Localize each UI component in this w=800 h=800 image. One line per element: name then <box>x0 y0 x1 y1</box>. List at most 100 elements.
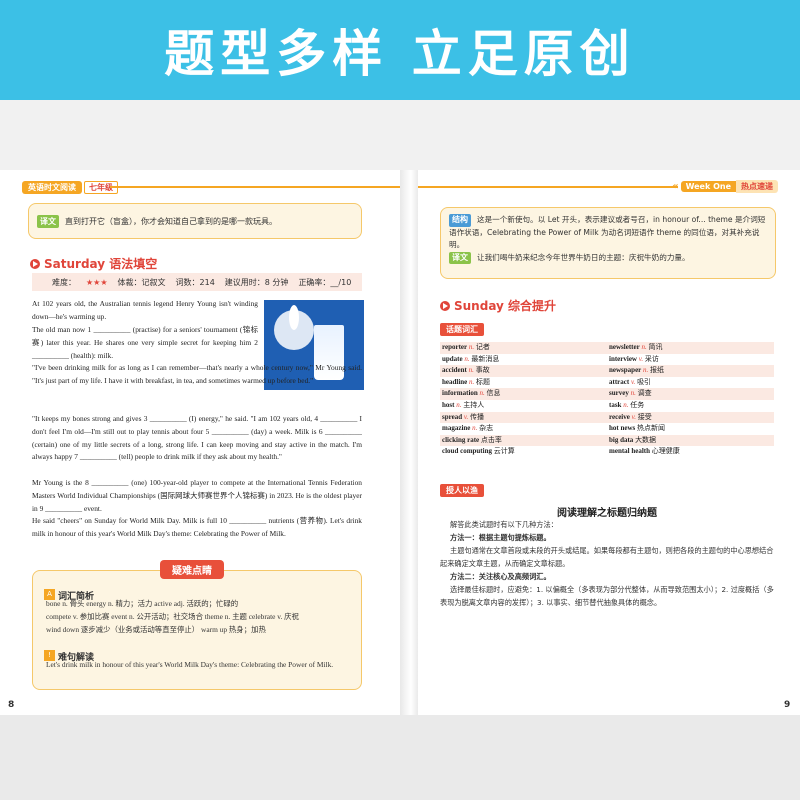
vocab-meaning: 点击率 <box>480 435 502 444</box>
week-label: Week One <box>680 181 736 192</box>
vocab-cell: hot news 热点新闻 <box>607 423 774 435</box>
structure-text: 这是一个新使句。以 Let 开头，表示建议或者号召，in honour of..… <box>449 215 766 250</box>
passage-paragraph-4: "It keeps my bones strong and gives 3 __… <box>32 414 362 462</box>
vocab-row: spread v. 传播 receive v. 接受 <box>440 411 774 424</box>
vocab-meaning: 最新消息 <box>471 354 500 363</box>
topic-vocab-tag: 话题词汇 <box>440 323 484 336</box>
vocab-pos: v. <box>638 354 644 363</box>
vocab-cell: task n. 任务 <box>607 400 774 412</box>
vocab-line-1: bone n. 骨头 energy n. 精力；活力 active adj. 活… <box>46 599 239 608</box>
vocab-cell: survey n. 调查 <box>607 388 774 400</box>
translation-text-2: 让我们喝牛奶来纪念今年世界牛奶日的主题：庆祝牛奶的力量。 <box>477 252 690 262</box>
vocab-meaning: 简讯 <box>648 343 663 351</box>
vocab-meaning: 杂志 <box>479 424 494 433</box>
vocab-pos: n. <box>468 366 474 375</box>
play-icon <box>440 300 450 311</box>
vocab-cell: host n. 主持人 <box>440 400 607 412</box>
vocab-row: reporter n. 记者 newsletter n. 简讯 <box>440 342 774 354</box>
structure-callout: 结构 这是一个新使句。以 Let 开头，表示建议或者号召，in honour of… <box>440 207 776 279</box>
banner-title: 题型多样 立足原创 <box>164 25 636 83</box>
vocab-meaning: 任务 <box>630 400 645 409</box>
right-page-header: « Week One 热点速递 <box>672 180 778 193</box>
vocab-cell: cloud computing 云计算 <box>440 446 607 458</box>
vocab-word: spread <box>442 412 463 421</box>
vocab-cell: magazine n. 杂志 <box>440 423 607 435</box>
vocab-line-3: wind down 逐步减少（业务或活动等直至停止） warm up 热身；加热 <box>46 625 266 634</box>
vocab-word: cloud computing <box>442 447 492 456</box>
saturday-title-text: Saturday 语法填空 <box>44 257 158 271</box>
left-page-header: 英语时文阅读 七年级 <box>22 180 118 194</box>
vocab-row: headline n. 标题 attract v. 吸引 <box>440 377 774 389</box>
vocab-pos: n. <box>472 424 478 433</box>
vocab-row: clicking rate 点击率 big data 大数据 <box>440 434 774 447</box>
vocab-pos: n. <box>623 400 629 409</box>
vocab-word: newsletter <box>609 343 640 351</box>
passage-paragraph-1: At 102 years old, the Australian tennis … <box>32 299 258 321</box>
difficulty-label: 难度： <box>52 277 76 287</box>
skill-method-1: 方法一：根据主题句提炼标题。 <box>450 533 551 542</box>
vocab-pos: n. <box>456 400 462 409</box>
vocab-pos: n. <box>468 343 475 351</box>
vocab-word: accident <box>442 366 467 375</box>
milk-splash-drop <box>289 305 299 330</box>
vocab-meaning: 大数据 <box>635 435 657 444</box>
page-number-left: 8 <box>8 700 15 710</box>
vocab-word: reporter <box>442 343 468 351</box>
vocab-meaning: 云计算 <box>493 447 515 456</box>
vocab-pos: n. <box>630 389 636 398</box>
vocab-word: clicking rate <box>442 435 480 444</box>
sunday-section-title: Sunday 综合提升 <box>440 297 556 314</box>
vocab-pos: v. <box>631 412 636 421</box>
header-rule-left <box>110 186 400 188</box>
vocab-cell: newsletter n. 简讯 <box>607 342 774 354</box>
vocab-pos: n. <box>641 343 647 351</box>
vocab-cell: mental health 心理健康 <box>607 446 774 458</box>
skill-method-2-text: 选择最佳标题时，应避免：1. 以偏概全（多表现为部分代整体，从而导致范围太小）；… <box>440 585 774 607</box>
vocab-cell: newspaper n. 报纸 <box>607 365 774 377</box>
translation-tag-2: 译文 <box>449 251 471 265</box>
page-number-right: 9 <box>784 700 791 710</box>
vocab-word: newspaper <box>609 366 642 375</box>
vocab-pos: v. <box>463 412 469 421</box>
translation-text: 直到打开它（盲盒），你才会知道自己拿到的是哪一款玩具。 <box>65 217 277 226</box>
suggested-time: 建议用时：8 分钟 <box>224 277 289 287</box>
skill-title: 阅读理解之标题归纳题 <box>557 508 657 519</box>
vocab-cell: attract v. 吸引 <box>607 377 774 389</box>
translation-callout: 译文 直到打开它（盲盒），你才会知道自己拿到的是哪一款玩具。 <box>28 203 362 239</box>
sunday-title-text: Sunday 综合提升 <box>454 299 557 313</box>
vocab-cell: accident n. 事故 <box>440 365 607 377</box>
topic-vocab-table: reporter n. 记者 newsletter n. 简讯 update n. … <box>440 342 774 458</box>
vocab-cell: information n. 信息 <box>440 388 607 400</box>
notes-badge: 疑难点睛 <box>160 560 224 579</box>
vocab-row: host n. 主持人 task n. 任务 <box>440 400 774 412</box>
vocab-word: interview <box>609 354 637 363</box>
vocab-meaning: 事故 <box>475 366 490 375</box>
vocab-meaning: 传播 <box>469 412 484 421</box>
vocab-meaning: 标题 <box>476 377 491 386</box>
vocab-pos: n. <box>643 366 649 375</box>
vocab-word: task <box>609 400 622 409</box>
genre-label: 体裁：记叙文 <box>117 277 166 287</box>
vocab-word: attract <box>609 377 630 386</box>
vocab-word: receive <box>609 412 630 421</box>
book-fold <box>400 170 418 715</box>
vocab-cell: clicking rate 点击率 <box>440 435 607 447</box>
play-icon <box>30 258 40 269</box>
vocab-meaning: 主持人 <box>463 400 485 409</box>
vocab-row: update n. 最新消息 interview v. 采访 <box>440 354 774 366</box>
passage-paragraph-2: The old man now 1 __________ (practise) … <box>32 325 258 360</box>
vocab-cell: reporter n. 记者 <box>440 342 607 354</box>
structure-tag: 结构 <box>449 214 471 227</box>
vocab-meaning: 信息 <box>486 389 501 398</box>
vocab-pos: n. <box>479 389 485 398</box>
vocab-meaning: 报纸 <box>650 366 665 375</box>
passage-paragraph-5: Mr Young is the 8 __________ (one) 100-y… <box>32 478 362 513</box>
vocab-cell: receive v. 接受 <box>607 412 774 424</box>
header-rule-right <box>418 186 678 188</box>
vocab-word: information <box>442 389 478 398</box>
vocab-word: host <box>442 400 455 409</box>
passage-paragraph-3: "I've been drinking milk for as long as … <box>32 363 362 385</box>
vocab-meaning: 吸引 <box>637 377 652 386</box>
promo-banner: 题型多样 立足原创 <box>0 0 800 100</box>
vocab-word: magazine <box>442 424 471 433</box>
